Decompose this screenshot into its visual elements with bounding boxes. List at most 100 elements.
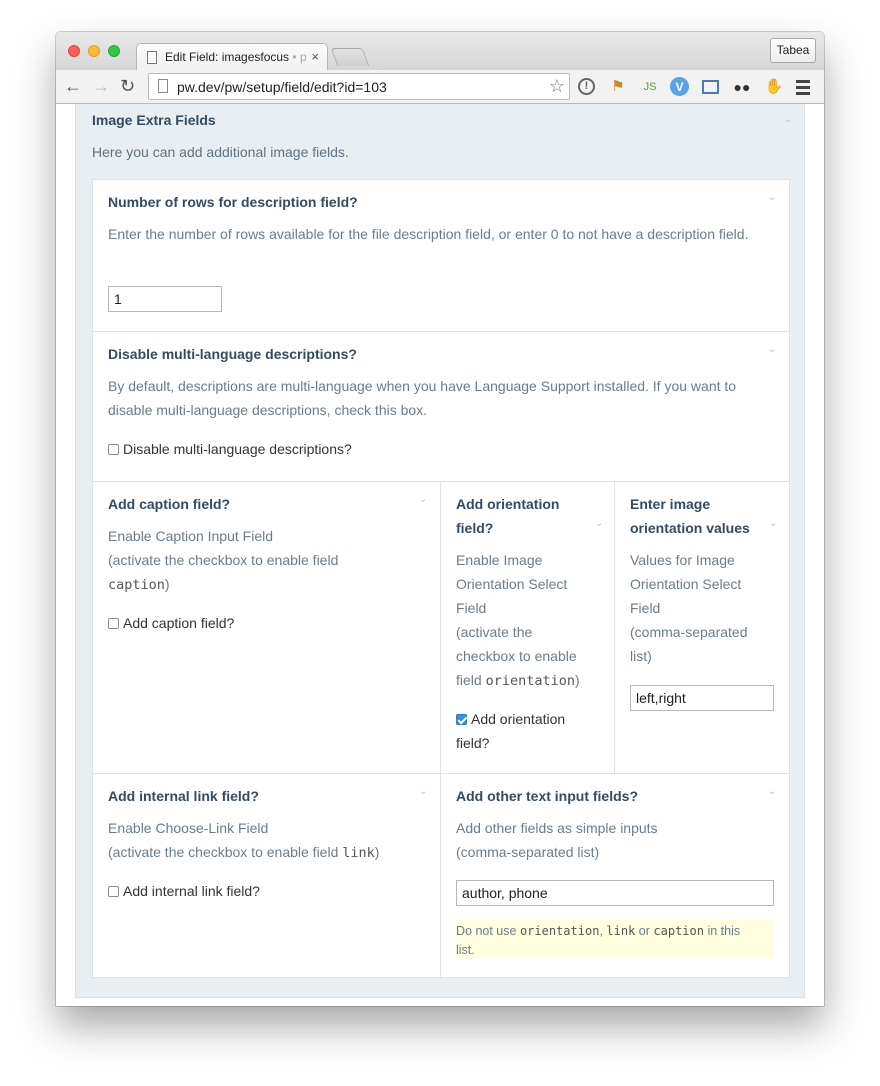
multilang-checkbox-label[interactable]: Disable multi-language descriptions? bbox=[123, 441, 352, 457]
link-checkbox-row[interactable]: Add internal link field? bbox=[108, 879, 260, 903]
window-close-button[interactable] bbox=[68, 45, 80, 57]
link-checkbox[interactable] bbox=[108, 886, 119, 897]
link-field-wrapper: Add internal link field? ⌄ Enable Choose… bbox=[93, 774, 441, 977]
other-fields-wrapper: Add other text input fields? ⌄ Add other… bbox=[441, 774, 789, 977]
caption-desc-line2: (activate the checkbox to enable field bbox=[108, 552, 339, 568]
link-field-description: Enable Choose-Link Field (activate the c… bbox=[108, 816, 438, 865]
tab-title-overflow: • p bbox=[292, 50, 307, 64]
orientation-values-label-line1: Enter image bbox=[630, 496, 711, 512]
extension-hand-icon[interactable]: ✋ bbox=[764, 77, 784, 97]
note-text: or bbox=[638, 924, 650, 938]
multilang-field-description: By default, descriptions are multi-langu… bbox=[108, 378, 737, 418]
caption-checkbox-row[interactable]: Add caption field? bbox=[108, 611, 234, 635]
link-desc-end: ) bbox=[374, 844, 380, 860]
back-arrow-icon[interactable]: ← bbox=[64, 75, 82, 97]
link-field-label[interactable]: Add internal link field? bbox=[108, 784, 259, 808]
window-minimize-button[interactable] bbox=[88, 45, 100, 57]
orientation-field-description: Enable Image Orientation Select Field (a… bbox=[456, 548, 612, 693]
extension-incognito-icon[interactable]: ●● bbox=[732, 77, 752, 97]
orientation-label-line1: Add orientation bbox=[456, 496, 560, 512]
multilang-field-label[interactable]: Disable multi-language descriptions? bbox=[108, 342, 357, 366]
orientation-checkbox[interactable] bbox=[456, 714, 467, 725]
page-viewport[interactable]: Image Extra Fields ⌄ Here you can add ad… bbox=[56, 104, 824, 1006]
chevron-down-icon[interactable]: ⌄ bbox=[419, 494, 427, 505]
chevron-down-icon[interactable]: ⌄ bbox=[768, 344, 776, 355]
orientation-values-desc-line: list) bbox=[630, 648, 652, 664]
note-code-orientation: orientation bbox=[519, 924, 600, 938]
tab-close-icon[interactable]: × bbox=[311, 49, 319, 64]
orientation-desc-line: Enable Image bbox=[456, 552, 543, 568]
profile-button[interactable]: Tabea bbox=[770, 38, 816, 63]
orientation-values-desc-line: (comma-separated bbox=[630, 624, 748, 640]
hamburger-menu-icon[interactable] bbox=[796, 77, 812, 97]
rows-field-input[interactable] bbox=[108, 286, 222, 312]
extension-tag-icon[interactable]: ⚑ bbox=[608, 77, 628, 97]
fieldset-title[interactable]: Image Extra Fields bbox=[92, 112, 216, 128]
forward-arrow-icon[interactable]: → bbox=[92, 75, 110, 97]
new-tab-button[interactable] bbox=[330, 48, 370, 66]
caption-field-wrapper: Add caption field? ⌄ Enable Caption Inpu… bbox=[93, 482, 441, 774]
orientation-checkbox-label[interactable]: Add orientation bbox=[471, 711, 565, 727]
extension-v-icon[interactable]: V bbox=[670, 77, 689, 96]
rows-field-label[interactable]: Number of rows for description field? bbox=[108, 190, 358, 214]
other-desc-line1: Add other fields as simple inputs bbox=[456, 820, 658, 836]
orientation-field-label[interactable]: Add orientation field? bbox=[456, 492, 559, 540]
caption-code: caption bbox=[108, 577, 165, 593]
orientation-desc-line: Field bbox=[456, 600, 487, 616]
note-text: , bbox=[599, 924, 603, 938]
multilang-checkbox-row[interactable]: Disable multi-language descriptions? bbox=[108, 437, 352, 461]
orientation-values-label-line2: orientation values bbox=[630, 520, 750, 536]
caption-desc-end: ) bbox=[164, 576, 170, 592]
other-fields-notes: Do not use orientation, link or caption … bbox=[456, 920, 774, 958]
image-extra-fields-fieldset: Image Extra Fields ⌄ Here you can add ad… bbox=[75, 104, 805, 998]
extension-screenshot-icon[interactable] bbox=[702, 80, 719, 94]
note-code-link: link bbox=[606, 924, 636, 938]
reload-icon[interactable]: ↻ bbox=[120, 75, 135, 97]
orientation-desc-line: checkbox to enable bbox=[456, 648, 577, 664]
extension-js-icon[interactable]: JS bbox=[640, 77, 660, 97]
extension-info-icon[interactable]: ! bbox=[578, 78, 595, 95]
chevron-down-icon[interactable]: ⌄ bbox=[768, 192, 776, 203]
bookmark-star-icon[interactable]: ☆ bbox=[549, 76, 565, 97]
caption-checkbox-label[interactable]: Add caption field? bbox=[123, 615, 234, 631]
document-icon bbox=[147, 51, 157, 64]
multilang-checkbox[interactable] bbox=[108, 444, 119, 455]
address-url: pw.dev/pw/setup/field/edit?id=103 bbox=[177, 79, 387, 95]
chevron-down-icon[interactable]: ⌄ bbox=[595, 518, 603, 529]
page-icon bbox=[158, 79, 168, 93]
browser-tab-active[interactable]: Edit Field: imagesfocus • p × bbox=[136, 43, 328, 71]
orientation-values-desc-line: Values for Image bbox=[630, 552, 735, 568]
note-code-caption: caption bbox=[653, 924, 704, 938]
tab-title: Edit Field: imagesfocus bbox=[165, 50, 290, 64]
orientation-desc-prefix: field bbox=[456, 672, 482, 688]
address-bar[interactable]: pw.dev/pw/setup/field/edit?id=103 ☆ bbox=[148, 73, 570, 100]
orientation-values-input[interactable] bbox=[630, 685, 774, 711]
link-checkbox-label[interactable]: Add internal link field? bbox=[123, 883, 260, 899]
chevron-down-icon[interactable]: ⌄ bbox=[768, 786, 776, 797]
orientation-checkbox-label-line2[interactable]: field? bbox=[456, 731, 565, 755]
orientation-checkbox-row[interactable]: Add orientation field? bbox=[456, 707, 565, 755]
orientation-values-label[interactable]: Enter image orientation values bbox=[630, 492, 750, 540]
rows-field-description: Enter the number of rows available for t… bbox=[108, 226, 749, 242]
chevron-down-icon[interactable]: ⌄ bbox=[769, 518, 777, 529]
other-desc-line2: (comma-separated list) bbox=[456, 844, 600, 860]
other-fields-label[interactable]: Add other text input fields? bbox=[456, 784, 638, 808]
note-text-line2: list. bbox=[456, 943, 475, 957]
link-desc-line1: Enable Choose-Link Field bbox=[108, 820, 269, 836]
caption-field-label[interactable]: Add caption field? bbox=[108, 492, 230, 516]
rows-field-wrapper: Number of rows for description field? ⌄ … bbox=[93, 180, 789, 332]
link-code: link bbox=[342, 845, 375, 861]
other-fields-description: Add other fields as simple inputs (comma… bbox=[456, 816, 776, 864]
chevron-down-icon[interactable]: ⌄ bbox=[784, 114, 792, 125]
other-fields-input[interactable] bbox=[456, 880, 774, 906]
fieldset-content: Number of rows for description field? ⌄ … bbox=[92, 179, 790, 978]
orientation-values-desc-line: Field bbox=[630, 600, 661, 616]
caption-desc-line1: Enable Caption Input Field bbox=[108, 528, 273, 544]
title-bar: Edit Field: imagesfocus • p × Tabea bbox=[56, 32, 824, 71]
orientation-values-description: Values for Image Orientation Select Fiel… bbox=[630, 548, 786, 668]
caption-checkbox[interactable] bbox=[108, 618, 119, 629]
orientation-code: orientation bbox=[485, 673, 575, 689]
chevron-down-icon[interactable]: ⌄ bbox=[419, 786, 427, 797]
window-maximize-button[interactable] bbox=[108, 45, 120, 57]
orientation-field-wrapper: Add orientation field? ⌄ Enable Image Or… bbox=[441, 482, 615, 774]
